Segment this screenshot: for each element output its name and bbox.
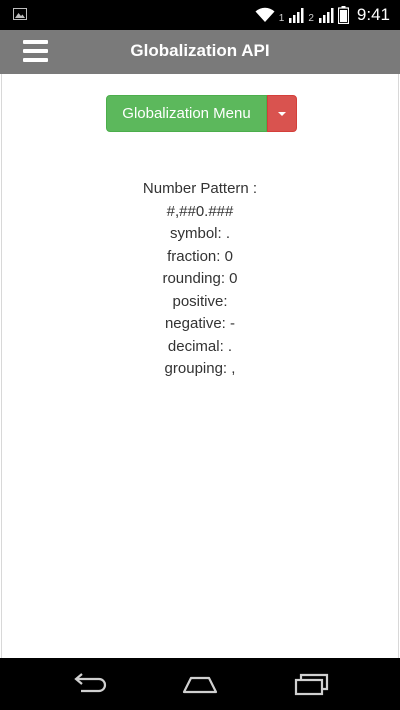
info-line-symbol: symbol: .: [169, 225, 230, 242]
globalization-menu-button[interactable]: Globalization Menu: [106, 95, 267, 132]
signal-icon: [318, 8, 334, 23]
info-line-fraction: fraction: 0: [167, 247, 233, 265]
recents-icon[interactable]: [290, 670, 334, 698]
info-line-positive: positive:: [172, 292, 228, 310]
image-notification-icon: [13, 8, 27, 20]
info-line-rounding: rounding: 0: [162, 270, 238, 287]
info-line-negative: negative: -: [164, 315, 236, 332]
number-pattern-info: Number Pattern : #,##0.### symbol: . fra…: [2, 178, 398, 381]
home-icon[interactable]: [178, 670, 222, 698]
wifi-icon: [255, 7, 275, 22]
sim2-label: 2: [308, 12, 314, 24]
app-bar: Globalization API: [0, 30, 400, 74]
status-icons: 1 2 9:41: [255, 5, 390, 25]
info-line-grouping: grouping: ,: [164, 360, 236, 377]
caret-down-icon: [278, 111, 286, 116]
battery-icon: [337, 6, 349, 24]
sim1-label: 1: [278, 12, 285, 24]
info-line-decimal: decimal: .: [167, 337, 233, 355]
status-clock: 9:41: [356, 5, 390, 24]
phone-screen: 1 2 9:41 Globalization API Globalization…: [0, 0, 400, 710]
main-content: Globalization Menu Number Pattern : #,##…: [1, 74, 399, 658]
page-title: Globalization API: [130, 41, 270, 60]
signal-icon: [289, 8, 304, 23]
back-icon[interactable]: [67, 670, 111, 698]
navigation-bar: [0, 658, 400, 710]
info-line-pattern: #,##0.###: [166, 202, 234, 220]
info-line-number-pattern: Number Pattern :: [142, 180, 258, 197]
status-bar: 1 2 9:41: [0, 0, 400, 30]
dropdown-toggle-button[interactable]: [267, 95, 297, 132]
globalization-menu-button-group: Globalization Menu: [106, 95, 297, 132]
